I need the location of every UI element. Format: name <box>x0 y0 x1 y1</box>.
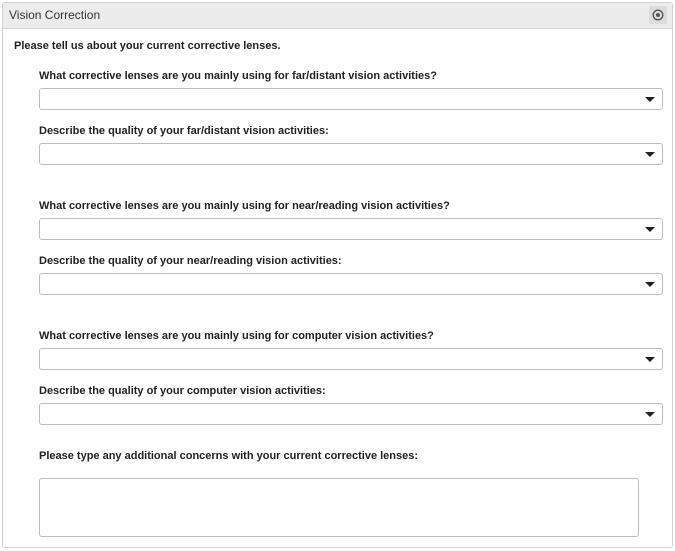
far-lenses-select[interactable] <box>39 88 663 110</box>
panel-title: Vision Correction <box>9 8 101 22</box>
circle-dot-icon <box>652 9 664 21</box>
near-lenses-select[interactable] <box>39 218 663 240</box>
collapse-button[interactable] <box>649 6 667 24</box>
intro-text: Please tell us about your current correc… <box>14 40 281 52</box>
computer-quality-label: Describe the quality of your computer vi… <box>39 385 326 397</box>
chevron-down-icon <box>645 282 655 287</box>
computer-lenses-label: What corrective lenses are you mainly us… <box>39 330 434 342</box>
chevron-down-icon <box>645 97 655 102</box>
chevron-down-icon <box>645 227 655 232</box>
far-quality-select[interactable] <box>39 143 663 165</box>
far-quality-label: Describe the quality of your far/distant… <box>39 125 329 137</box>
chevron-down-icon <box>645 152 655 157</box>
far-lenses-label: What corrective lenses are you mainly us… <box>39 70 437 82</box>
computer-lenses-select[interactable] <box>39 348 663 370</box>
near-lenses-label: What corrective lenses are you mainly us… <box>39 200 450 212</box>
vision-correction-panel: Vision Correction Please tell us about y… <box>2 2 673 548</box>
panel-header: Vision Correction <box>3 3 672 29</box>
near-quality-select[interactable] <box>39 273 663 295</box>
concerns-textarea[interactable] <box>39 478 639 537</box>
computer-quality-select[interactable] <box>39 403 663 425</box>
chevron-down-icon <box>645 412 655 417</box>
near-quality-label: Describe the quality of your near/readin… <box>39 255 342 267</box>
concerns-label: Please type any additional concerns with… <box>39 450 419 462</box>
chevron-down-icon <box>645 357 655 362</box>
